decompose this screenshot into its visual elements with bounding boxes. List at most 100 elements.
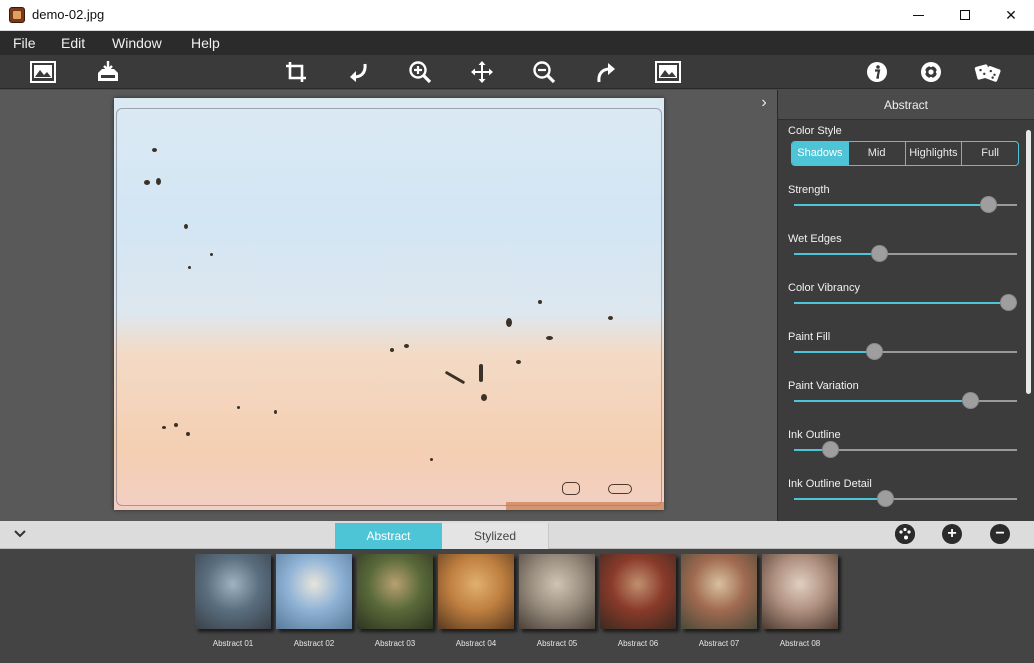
app-icon <box>9 7 25 23</box>
painting-frame <box>116 108 662 506</box>
ink-outline-slider[interactable] <box>794 441 1017 458</box>
preset-thumbnail[interactable] <box>276 554 352 629</box>
paint-speck <box>390 348 394 352</box>
slider-fill <box>794 351 875 353</box>
slider-fill <box>794 253 879 255</box>
ink-outline-detail-label: Ink Outline Detail <box>788 478 872 490</box>
collapse-panel-icon[interactable]: › <box>757 94 771 112</box>
slider-thumb[interactable] <box>877 490 895 507</box>
strength-slider[interactable] <box>794 196 1017 213</box>
paint-speck <box>506 318 512 327</box>
toolbar <box>0 55 1034 89</box>
preset-bar: Abstract Stylized + − <box>0 521 1034 549</box>
panel-title: Abstract <box>778 90 1034 120</box>
preset-thumbnail[interactable] <box>195 554 271 629</box>
preset-thumbnail[interactable] <box>438 554 514 629</box>
preset-preview-image <box>762 554 838 629</box>
preset-preview-image <box>276 554 352 629</box>
color-vibrancy-slider[interactable] <box>794 294 1018 311</box>
panel-scrollbar[interactable] <box>1026 130 1031 394</box>
ink-outline-detail-slider[interactable] <box>794 490 1017 507</box>
ink-outline-label: Ink Outline <box>788 429 841 441</box>
menu-edit[interactable]: Edit <box>61 35 85 51</box>
wet-edges-slider[interactable] <box>794 245 1017 262</box>
fit-image-icon[interactable] <box>654 59 682 85</box>
slider-thumb[interactable] <box>870 245 888 262</box>
undo-icon[interactable] <box>344 59 372 85</box>
paint-speck <box>210 253 213 256</box>
preset-thumbnail[interactable] <box>681 554 757 629</box>
chevron-down-icon[interactable] <box>14 526 26 542</box>
window-title: demo-02.jpg <box>32 7 105 22</box>
preset-preview-image <box>195 554 271 629</box>
color-style-highlights[interactable]: Highlights <box>906 142 963 165</box>
open-image-icon[interactable] <box>29 59 57 85</box>
image-preview[interactable] <box>114 98 664 510</box>
move-icon[interactable] <box>468 59 496 85</box>
settings-icon[interactable] <box>917 59 945 85</box>
add-preset-icon[interactable]: + <box>942 524 962 544</box>
menu-bar: File Edit Window Help <box>0 31 1034 55</box>
preset-label: Abstract 01 <box>212 639 254 648</box>
canvas-area[interactable]: › <box>0 90 777 521</box>
close-button[interactable]: ✕ <box>988 0 1034 30</box>
save-icon[interactable] <box>94 59 122 85</box>
paint-variation-slider[interactable] <box>794 392 1017 409</box>
paint-fill-label: Paint Fill <box>788 331 831 343</box>
slider-thumb[interactable] <box>1000 294 1018 311</box>
paint-speck <box>188 266 191 269</box>
remove-preset-icon[interactable]: − <box>990 524 1010 544</box>
zoom-out-icon[interactable] <box>530 59 558 85</box>
ink-sketch <box>562 482 580 495</box>
zoom-in-icon[interactable] <box>406 59 434 85</box>
preset-preview-image <box>438 554 514 629</box>
settings-panel: Abstract Color Style Shadows Mid Highlig… <box>777 90 1034 521</box>
paint-speck <box>174 423 178 427</box>
minimize-button[interactable] <box>896 0 942 30</box>
palette-icon[interactable] <box>895 524 915 544</box>
preset-label: Abstract 05 <box>536 639 578 648</box>
title-bar: demo-02.jpg ✕ <box>0 0 1034 31</box>
slider-fill <box>794 498 886 500</box>
color-style-full[interactable]: Full <box>962 142 1018 165</box>
dice-icon[interactable] <box>974 59 1002 85</box>
wet-edges-label: Wet Edges <box>788 233 842 245</box>
redo-icon[interactable] <box>592 59 620 85</box>
paint-speck <box>404 344 409 348</box>
menu-window[interactable]: Window <box>112 35 162 51</box>
paint-speck <box>162 426 166 429</box>
slider-thumb[interactable] <box>821 441 839 458</box>
preset-thumbnail[interactable] <box>357 554 433 629</box>
preset-label: Abstract 08 <box>779 639 821 648</box>
paint-speck <box>546 336 553 340</box>
slider-fill <box>794 400 971 402</box>
paint-speck <box>274 410 277 414</box>
slider-thumb[interactable] <box>962 392 980 409</box>
preset-thumbnail[interactable] <box>600 554 676 629</box>
preset-thumbnail[interactable] <box>762 554 838 629</box>
menu-help[interactable]: Help <box>191 35 220 51</box>
preset-label: Abstract 02 <box>293 639 335 648</box>
tab-stylized[interactable]: Stylized <box>442 523 549 549</box>
paint-speck <box>481 394 487 401</box>
maximize-button[interactable] <box>942 0 988 30</box>
paint-fill-slider[interactable] <box>794 343 1017 360</box>
preset-preview-image <box>519 554 595 629</box>
preset-thumbnail[interactable] <box>519 554 595 629</box>
preset-label: Abstract 04 <box>455 639 497 648</box>
slider-thumb[interactable] <box>980 196 997 213</box>
paint-speck <box>184 224 188 229</box>
paint-speck <box>144 180 150 185</box>
preset-label: Abstract 03 <box>374 639 416 648</box>
slider-thumb[interactable] <box>866 343 884 360</box>
preset-thumbnails: Abstract 01 Abstract 02 Abstract 03 Abst… <box>0 549 1034 663</box>
paint-speck <box>156 178 161 185</box>
slider-fill <box>794 302 1009 304</box>
info-icon[interactable] <box>863 59 891 85</box>
color-style-shadows[interactable]: Shadows <box>792 142 849 165</box>
crop-icon[interactable] <box>282 59 310 85</box>
color-style-mid[interactable]: Mid <box>849 142 906 165</box>
tab-abstract[interactable]: Abstract <box>335 523 442 549</box>
menu-file[interactable]: File <box>13 35 36 51</box>
preset-preview-image <box>357 554 433 629</box>
